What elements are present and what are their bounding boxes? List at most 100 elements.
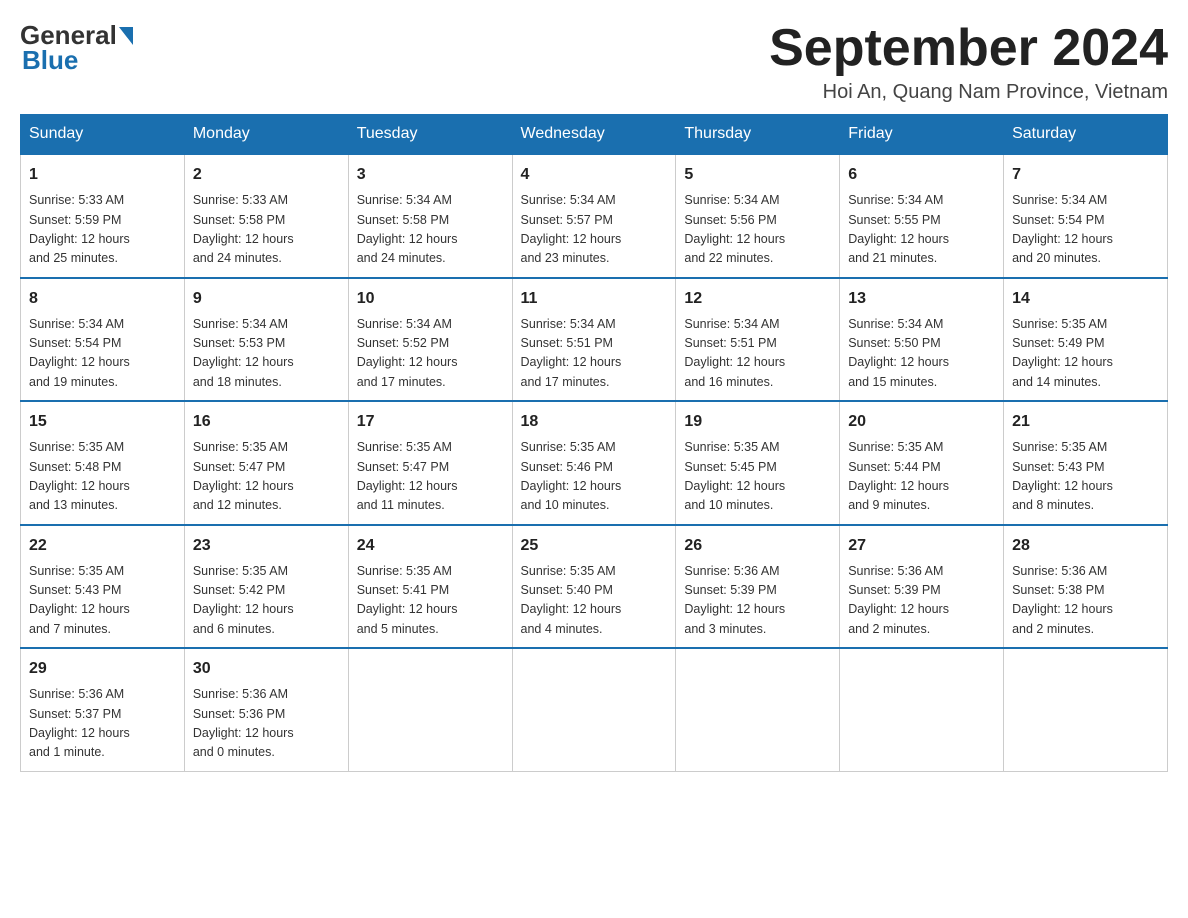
calendar-day-cell: 11Sunrise: 5:34 AM Sunset: 5:51 PM Dayli…	[512, 278, 676, 402]
calendar-day-cell: 7 Sunrise: 5:34 AM Sunset: 5:54 PM Daylig…	[1004, 154, 1168, 278]
day-number: 7	[1012, 163, 1159, 187]
calendar-day-cell: 16 Sunrise: 5:35 AM Sunset: 5:47 PM Dayli…	[184, 401, 348, 525]
logo-arrow-icon	[119, 27, 133, 45]
day-info: Sunrise: 5:33 AM Sunset: 5:58 PM Dayligh…	[193, 191, 340, 269]
calendar-day-cell: 30 Sunrise: 5:36 AM Sunset: 5:36 PM Dayli…	[184, 648, 348, 771]
calendar-day-cell: 13Sunrise: 5:34 AM Sunset: 5:50 PM Dayli…	[840, 278, 1004, 402]
page-header: General Blue September 2024 Hoi An, Quan…	[20, 20, 1168, 104]
calendar-day-cell: 1 Sunrise: 5:33 AM Sunset: 5:59 PM Daylig…	[21, 154, 185, 278]
day-info: Sunrise: 5:33 AM Sunset: 5:59 PM Dayligh…	[29, 191, 176, 269]
calendar-day-cell: 6 Sunrise: 5:34 AM Sunset: 5:55 PM Daylig…	[840, 154, 1004, 278]
day-info: Sunrise: 5:36 AM Sunset: 5:38 PM Dayligh…	[1012, 562, 1159, 640]
day-info: Sunrise: 5:34 AM Sunset: 5:52 PM Dayligh…	[357, 315, 504, 393]
day-info: Sunrise: 5:36 AM Sunset: 5:39 PM Dayligh…	[848, 562, 995, 640]
calendar-day-cell: 26Sunrise: 5:36 AM Sunset: 5:39 PM Dayli…	[676, 525, 840, 649]
empty-cell	[1004, 648, 1168, 771]
day-number: 24	[357, 534, 504, 558]
day-number: 12	[684, 287, 831, 311]
day-info: Sunrise: 5:35 AM Sunset: 5:46 PM Dayligh…	[521, 438, 668, 516]
day-info: Sunrise: 5:35 AM Sunset: 5:42 PM Dayligh…	[193, 562, 340, 640]
day-number: 2	[193, 163, 340, 187]
title-section: September 2024 Hoi An, Quang Nam Provinc…	[769, 20, 1168, 104]
month-year-title: September 2024	[769, 20, 1168, 77]
day-number: 16	[193, 410, 340, 434]
calendar-day-cell: 24 Sunrise: 5:35 AM Sunset: 5:41 PM Dayli…	[348, 525, 512, 649]
day-number: 5	[684, 163, 831, 187]
calendar-week-row: 29 Sunrise: 5:36 AM Sunset: 5:37 PM Dayli…	[21, 648, 1168, 771]
day-number: 27	[848, 534, 995, 558]
day-info: Sunrise: 5:34 AM Sunset: 5:54 PM Dayligh…	[29, 315, 176, 393]
calendar-day-cell: 4Sunrise: 5:34 AM Sunset: 5:57 PM Daylig…	[512, 154, 676, 278]
calendar-day-cell: 12 Sunrise: 5:34 AM Sunset: 5:51 PM Dayli…	[676, 278, 840, 402]
day-info: Sunrise: 5:34 AM Sunset: 5:55 PM Dayligh…	[848, 191, 995, 269]
day-info: Sunrise: 5:34 AM Sunset: 5:56 PM Dayligh…	[684, 191, 831, 269]
day-info: Sunrise: 5:36 AM Sunset: 5:36 PM Dayligh…	[193, 685, 340, 763]
day-number: 10	[357, 287, 504, 311]
calendar-day-cell: 22Sunrise: 5:35 AM Sunset: 5:43 PM Dayli…	[21, 525, 185, 649]
day-info: Sunrise: 5:35 AM Sunset: 5:47 PM Dayligh…	[357, 438, 504, 516]
calendar-week-row: 1 Sunrise: 5:33 AM Sunset: 5:59 PM Daylig…	[21, 154, 1168, 278]
day-info: Sunrise: 5:35 AM Sunset: 5:40 PM Dayligh…	[521, 562, 668, 640]
calendar-day-cell: 10 Sunrise: 5:34 AM Sunset: 5:52 PM Dayli…	[348, 278, 512, 402]
day-of-week-sunday: Sunday	[21, 115, 185, 155]
day-number: 21	[1012, 410, 1159, 434]
logo-blue-text: Blue	[22, 45, 78, 75]
calendar-day-cell: 19 Sunrise: 5:35 AM Sunset: 5:45 PM Dayli…	[676, 401, 840, 525]
calendar-day-cell: 23 Sunrise: 5:35 AM Sunset: 5:42 PM Dayli…	[184, 525, 348, 649]
day-number: 26	[684, 534, 831, 558]
calendar-header-row: SundayMondayTuesdayWednesdayThursdayFrid…	[21, 115, 1168, 155]
day-number: 8	[29, 287, 176, 311]
day-number: 23	[193, 534, 340, 558]
location-subtitle: Hoi An, Quang Nam Province, Vietnam	[769, 81, 1168, 104]
calendar-day-cell: 17 Sunrise: 5:35 AM Sunset: 5:47 PM Dayli…	[348, 401, 512, 525]
calendar-day-cell: 25 Sunrise: 5:35 AM Sunset: 5:40 PM Dayli…	[512, 525, 676, 649]
calendar-day-cell: 18 Sunrise: 5:35 AM Sunset: 5:46 PM Dayli…	[512, 401, 676, 525]
day-of-week-thursday: Thursday	[676, 115, 840, 155]
day-info: Sunrise: 5:35 AM Sunset: 5:44 PM Dayligh…	[848, 438, 995, 516]
day-info: Sunrise: 5:35 AM Sunset: 5:45 PM Dayligh…	[684, 438, 831, 516]
calendar-day-cell: 15 Sunrise: 5:35 AM Sunset: 5:48 PM Dayli…	[21, 401, 185, 525]
day-info: Sunrise: 5:36 AM Sunset: 5:37 PM Dayligh…	[29, 685, 176, 763]
day-info: Sunrise: 5:35 AM Sunset: 5:49 PM Dayligh…	[1012, 315, 1159, 393]
calendar-day-cell: 29 Sunrise: 5:36 AM Sunset: 5:37 PM Dayli…	[21, 648, 185, 771]
day-number: 4	[521, 163, 668, 187]
empty-cell	[512, 648, 676, 771]
day-number: 6	[848, 163, 995, 187]
day-of-week-friday: Friday	[840, 115, 1004, 155]
day-number: 11	[521, 287, 668, 311]
day-info: Sunrise: 5:35 AM Sunset: 5:48 PM Dayligh…	[29, 438, 176, 516]
empty-cell	[348, 648, 512, 771]
day-number: 30	[193, 657, 340, 681]
calendar-week-row: 22Sunrise: 5:35 AM Sunset: 5:43 PM Dayli…	[21, 525, 1168, 649]
day-number: 9	[193, 287, 340, 311]
day-number: 18	[521, 410, 668, 434]
calendar-week-row: 15 Sunrise: 5:35 AM Sunset: 5:48 PM Dayli…	[21, 401, 1168, 525]
day-number: 1	[29, 163, 176, 187]
calendar-day-cell: 20 Sunrise: 5:35 AM Sunset: 5:44 PM Dayli…	[840, 401, 1004, 525]
calendar-day-cell: 27 Sunrise: 5:36 AM Sunset: 5:39 PM Dayli…	[840, 525, 1004, 649]
day-info: Sunrise: 5:35 AM Sunset: 5:43 PM Dayligh…	[29, 562, 176, 640]
day-info: Sunrise: 5:34 AM Sunset: 5:53 PM Dayligh…	[193, 315, 340, 393]
day-info: Sunrise: 5:35 AM Sunset: 5:41 PM Dayligh…	[357, 562, 504, 640]
day-number: 15	[29, 410, 176, 434]
empty-cell	[676, 648, 840, 771]
day-number: 17	[357, 410, 504, 434]
calendar-day-cell: 14Sunrise: 5:35 AM Sunset: 5:49 PM Dayli…	[1004, 278, 1168, 402]
day-number: 3	[357, 163, 504, 187]
day-info: Sunrise: 5:35 AM Sunset: 5:47 PM Dayligh…	[193, 438, 340, 516]
day-of-week-saturday: Saturday	[1004, 115, 1168, 155]
day-of-week-wednesday: Wednesday	[512, 115, 676, 155]
calendar-day-cell: 28Sunrise: 5:36 AM Sunset: 5:38 PM Dayli…	[1004, 525, 1168, 649]
calendar-day-cell: 8 Sunrise: 5:34 AM Sunset: 5:54 PM Daylig…	[21, 278, 185, 402]
day-info: Sunrise: 5:34 AM Sunset: 5:54 PM Dayligh…	[1012, 191, 1159, 269]
calendar-day-cell: 5 Sunrise: 5:34 AM Sunset: 5:56 PM Daylig…	[676, 154, 840, 278]
empty-cell	[840, 648, 1004, 771]
day-info: Sunrise: 5:34 AM Sunset: 5:51 PM Dayligh…	[684, 315, 831, 393]
calendar-table: SundayMondayTuesdayWednesdayThursdayFrid…	[20, 114, 1168, 772]
day-of-week-monday: Monday	[184, 115, 348, 155]
day-number: 13	[848, 287, 995, 311]
day-number: 20	[848, 410, 995, 434]
day-number: 19	[684, 410, 831, 434]
day-number: 29	[29, 657, 176, 681]
day-number: 25	[521, 534, 668, 558]
